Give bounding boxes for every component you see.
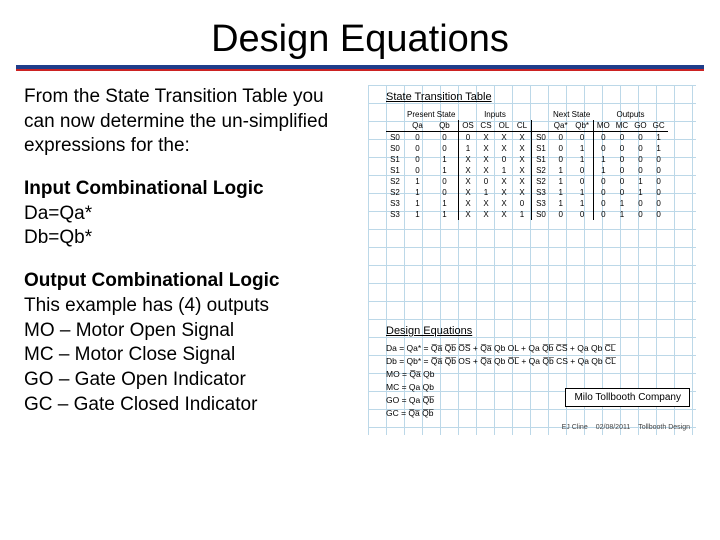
input-logic-line: Da=Qa* [24, 202, 354, 227]
table-col-header: Qa Qb OS CS OL CL Qa* Qb* MO MC GO GC [386, 120, 668, 132]
footer: EJ Cline 02/08/2011 Tollbooth Design [562, 424, 690, 431]
table-row: S210X1XXS3110010 [386, 187, 668, 198]
equation-line: GC = Q̅a̅ Q̅b̅ [386, 408, 690, 418]
input-logic-block: Input Combinational Logic Da=Qa* Db=Qb* [24, 177, 354, 251]
stt-title: State Transition Table [386, 91, 690, 103]
table-row: S311XXX1S0000100 [386, 209, 668, 220]
table-row: S0001XXXS1010001 [386, 143, 668, 154]
equation-line: Da = Qa* = Q̅a̅ Q̅b̅ O̅S̅ + Q̅a̅ Qb OL +… [386, 343, 690, 353]
output-logic-line: MC – Motor Close Signal [24, 343, 354, 368]
table-row: S0000XXXS0000001 [386, 132, 668, 144]
page-title: Design Equations [24, 18, 696, 61]
table-group-header: Present State Inputs Next State Outputs [386, 109, 668, 120]
columns: From the State Transition Table you can … [24, 85, 696, 435]
equation-line: Db = Qb* = Q̅a̅ Q̅b̅ OS + Q̅a̅ Qb O̅L̅ +… [386, 356, 690, 366]
output-logic-line: MO – Motor Open Signal [24, 319, 354, 344]
group-next-state: Next State [550, 109, 593, 120]
group-outputs: Outputs [593, 109, 667, 120]
table-row: S311XXX0S3110100 [386, 198, 668, 209]
equation-line: MO = Q̅a̅ Qb [386, 369, 690, 379]
footer-label: Tollbooth Design [638, 424, 690, 431]
left-column: From the State Transition Table you can … [24, 85, 354, 435]
state-transition-table-area: State Transition Table Present State Inp… [386, 91, 690, 220]
output-logic-line: GO – Gate Open Indicator [24, 368, 354, 393]
footer-author: EJ Cline [562, 424, 588, 431]
output-logic-heading: Output Combinational Logic [24, 269, 354, 294]
right-column: State Transition Table Present State Inp… [368, 85, 696, 435]
output-logic-block: Output Combinational Logic This example … [24, 269, 354, 417]
intro-text: From the State Transition Table you can … [24, 85, 354, 159]
table-row: S210X0XXS2100010 [386, 176, 668, 187]
output-logic-line: This example has (4) outputs [24, 294, 354, 319]
input-logic-heading: Input Combinational Logic [24, 177, 354, 202]
input-logic-line: Db=Qb* [24, 226, 354, 251]
table-row: S101XX0XS1011000 [386, 154, 668, 165]
footer-date: 02/08/2011 [596, 424, 631, 431]
divider [16, 65, 704, 71]
company-stamp: Milo Tollbooth Company [565, 388, 690, 407]
equations-title: Design Equations [386, 325, 690, 337]
group-inputs: Inputs [458, 109, 531, 120]
group-present-state: Present State [404, 109, 458, 120]
table-row: S101XX1XS2101000 [386, 165, 668, 176]
slide: Design Equations From the State Transiti… [0, 0, 720, 540]
output-logic-line: GC – Gate Closed Indicator [24, 393, 354, 418]
state-transition-table: Present State Inputs Next State Outputs … [386, 109, 668, 220]
